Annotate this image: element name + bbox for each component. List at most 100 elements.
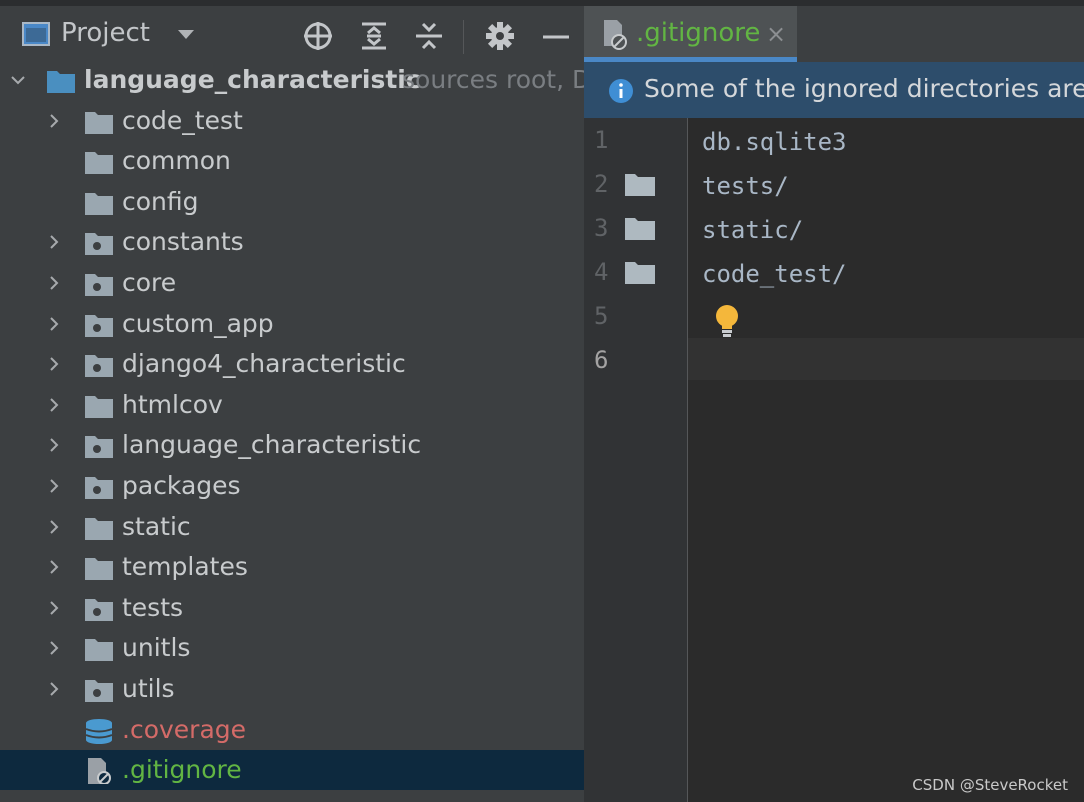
code-line[interactable]: static/: [702, 216, 803, 244]
chevron-right-icon[interactable]: [46, 681, 62, 697]
tree-item-label: static: [122, 511, 191, 541]
package-folder-icon: [85, 436, 113, 459]
line-number: 4: [594, 258, 609, 286]
folder-icon[interactable]: [624, 260, 656, 286]
chevron-right-icon[interactable]: [46, 600, 62, 616]
code-line[interactable]: tests/: [702, 172, 789, 200]
chevron-right-icon[interactable]: [46, 559, 62, 575]
tree-item-label: tests: [122, 592, 184, 622]
folder-icon[interactable]: [624, 216, 656, 242]
chevron-right-icon[interactable]: [46, 437, 62, 453]
project-window-icon: [22, 22, 50, 46]
tree-item-common[interactable]: common: [0, 141, 584, 181]
close-icon[interactable]: ×: [766, 20, 786, 48]
tree-item-label: config: [122, 186, 199, 216]
tree-item-label: unitls: [122, 633, 191, 663]
editor-tab-bar: .gitignore ×: [584, 0, 1084, 62]
folder-icon: [85, 111, 113, 134]
chevron-right-icon[interactable]: [46, 397, 62, 413]
package-folder-icon: [85, 314, 113, 337]
chevron-right-icon[interactable]: [46, 519, 62, 535]
tree-item-label: django4_characteristic: [122, 349, 406, 379]
tree-item-django4-characteristic[interactable]: django4_characteristic: [0, 344, 584, 384]
line-number: 5: [594, 302, 609, 330]
chevron-right-icon[interactable]: [46, 316, 62, 332]
hide-icon[interactable]: [540, 20, 572, 52]
tree-root-row[interactable]: language_characteristic sources root, D: [0, 60, 584, 100]
info-banner: Some of the ignored directories are: [584, 62, 1084, 118]
folder-icon: [85, 558, 113, 581]
package-folder-icon: [85, 274, 113, 296]
tree-file-label: .gitignore: [122, 755, 242, 785]
code-line[interactable]: db.sqlite3: [702, 128, 847, 156]
tree-item-label: language_characteristic: [122, 430, 422, 460]
tree-item-label: core: [122, 268, 177, 297]
chevron-right-icon[interactable]: [46, 478, 62, 494]
chevron-down-icon[interactable]: [176, 28, 196, 42]
tab-label: .gitignore: [636, 18, 761, 48]
folder-icon: [85, 395, 113, 418]
tree-item-packages[interactable]: packages: [0, 466, 584, 506]
chevron-right-icon[interactable]: [46, 234, 62, 250]
tree-item-unitls[interactable]: unitls: [0, 628, 584, 668]
tree-item-label: common: [122, 146, 231, 176]
line-number: 3: [594, 214, 609, 242]
line-number: 1: [594, 126, 609, 154]
package-folder-icon: [85, 477, 113, 499]
tree-item-label: utils: [122, 674, 175, 703]
chevron-right-icon[interactable]: [46, 356, 62, 372]
project-tool-window: Project language_characteristic sources …: [0, 0, 584, 802]
tree-item-label: constants: [122, 227, 244, 257]
tree-item-constants[interactable]: constants: [0, 222, 584, 262]
folder-icon[interactable]: [624, 172, 656, 198]
package-folder-icon: [85, 598, 113, 621]
source-root-folder-icon: [47, 71, 75, 93]
tree-item-label: code_test: [122, 105, 243, 135]
chevron-right-icon[interactable]: [46, 640, 62, 656]
chevron-right-icon[interactable]: [46, 113, 62, 129]
line-number: 2: [594, 170, 609, 198]
chevron-right-icon[interactable]: [46, 275, 62, 291]
tree-item-code-test[interactable]: code_test: [0, 101, 584, 141]
tree-file-gitignore[interactable]: .gitignore: [0, 750, 584, 791]
tree-item-htmlcov[interactable]: htmlcov: [0, 385, 584, 425]
tab-gitignore[interactable]: .gitignore ×: [584, 6, 797, 62]
tree-item-tests[interactable]: tests: [0, 588, 584, 628]
info-icon: [609, 79, 633, 103]
folder-icon: [85, 517, 113, 540]
tree-item-core[interactable]: core: [0, 263, 584, 303]
package-folder-icon: [85, 233, 113, 256]
locate-icon[interactable]: [302, 20, 334, 52]
tree-file-label: .coverage: [122, 714, 247, 744]
tree-root-hint: sources root, D: [402, 65, 584, 94]
folder-icon: [85, 192, 113, 215]
folder-icon: [85, 152, 113, 175]
editor-area: .gitignore × Some of the ignored directo…: [584, 0, 1084, 802]
package-folder-icon: [85, 680, 113, 702]
tree-item-static[interactable]: static: [0, 507, 584, 547]
tree-item-custom-app[interactable]: custom_app: [0, 304, 584, 344]
tree-item-utils[interactable]: utils: [0, 669, 584, 709]
tree-item-language-characteristic[interactable]: language_characteristic: [0, 425, 584, 465]
tree-file-coverage[interactable]: .coverage: [0, 710, 584, 750]
tree-item-templates[interactable]: templates: [0, 547, 584, 587]
package-folder-icon: [85, 355, 113, 378]
current-line-highlight: [688, 338, 1084, 380]
database-icon: [85, 718, 113, 744]
editor-gutter[interactable]: 1 2 3 4 5 6: [584, 118, 688, 802]
folder-icon: [85, 639, 113, 662]
tree-item-config[interactable]: config: [0, 182, 584, 222]
collapse-all-icon[interactable]: [413, 20, 445, 52]
tree-item-label: packages: [122, 471, 241, 500]
lightbulb-icon[interactable]: [714, 304, 740, 338]
code-line[interactable]: code_test/: [702, 260, 847, 288]
tree-item-label: custom_app: [122, 308, 274, 338]
chevron-down-icon[interactable]: [10, 72, 26, 88]
expand-all-icon[interactable]: [358, 20, 390, 52]
project-view-title[interactable]: Project: [61, 18, 150, 48]
ignore-file-icon: [604, 20, 627, 50]
gear-icon[interactable]: [484, 20, 516, 52]
ignore-file-icon: [88, 758, 111, 785]
tree-root-label: language_characteristic: [84, 65, 421, 94]
code-editor[interactable]: db.sqlite3 tests/static/code_test/: [688, 118, 1084, 802]
